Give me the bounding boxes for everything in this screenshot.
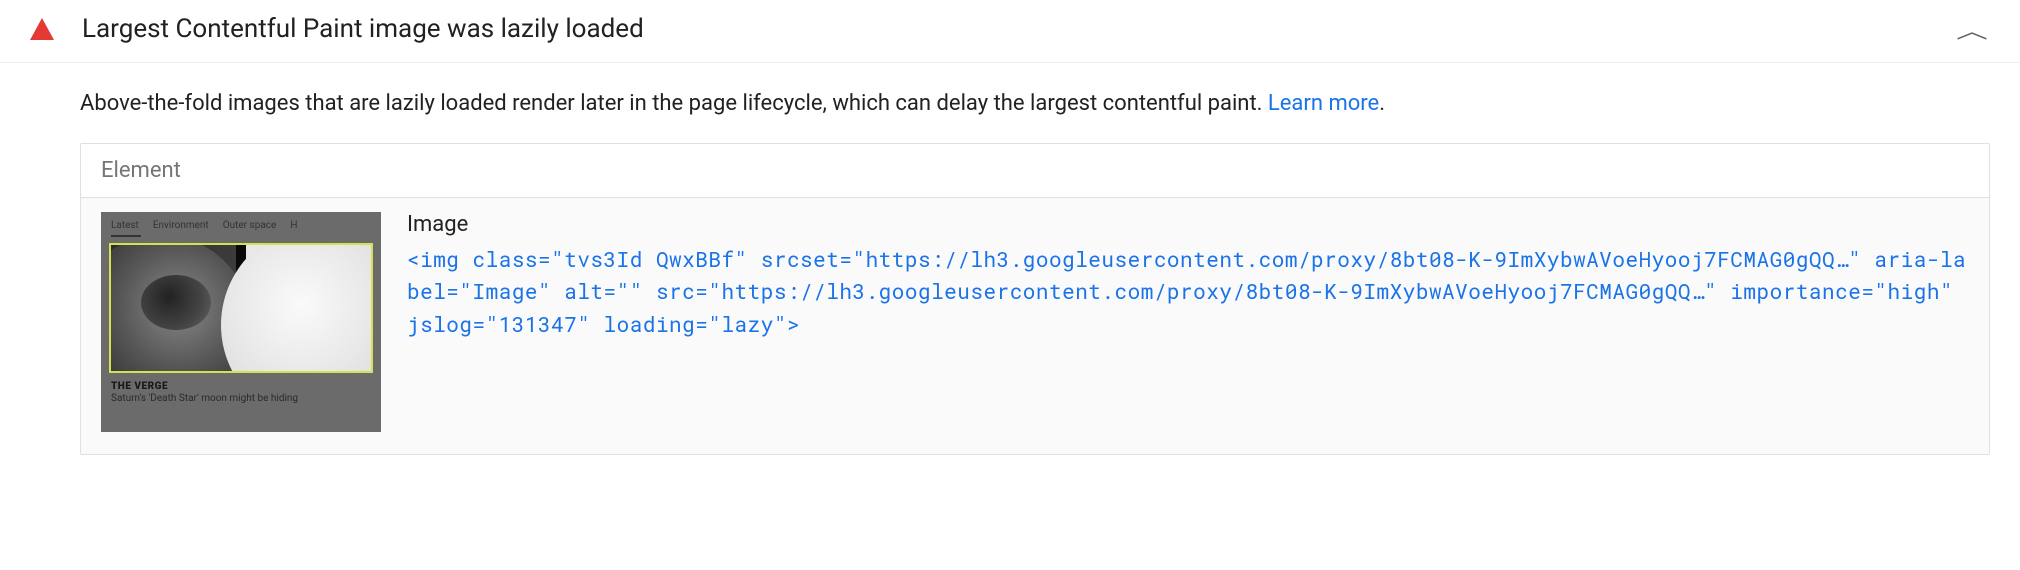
element-table: Element Latest Environment Outer space H… (80, 143, 1990, 455)
thumb-tab: Latest (111, 220, 139, 231)
learn-more-link[interactable]: Learn more (1268, 91, 1379, 116)
warning-triangle-icon (30, 18, 54, 40)
thumb-tab: Outer space (223, 220, 277, 231)
audit-body: Above-the-fold images that are lazily lo… (0, 63, 2020, 485)
element-code-snippet: <img class="tvs3Id QwxBBf" srcset="https… (407, 243, 1969, 341)
thumb-tab-underline (111, 235, 141, 237)
thumb-headline: Saturn's 'Death Star' moon might be hidi… (101, 393, 381, 410)
moon-right (221, 243, 373, 373)
element-label: Image (407, 212, 1969, 237)
crater (141, 275, 211, 330)
thumb-tabs: Latest Environment Outer space H (101, 212, 381, 235)
table-header: Element (81, 144, 1989, 198)
element-details: Image <img class="tvs3Id QwxBBf" srcset=… (407, 212, 1969, 341)
audit-description: Above-the-fold images that are lazily lo… (80, 89, 1990, 119)
thumb-image-area (109, 243, 373, 373)
thumb-tab: H (290, 220, 297, 231)
thumb-tab: Environment (153, 220, 209, 231)
element-thumbnail: Latest Environment Outer space H THE VER… (101, 212, 381, 432)
audit-header[interactable]: Largest Contentful Paint image was lazil… (0, 0, 2020, 63)
audit-title: Largest Contentful Paint image was lazil… (82, 14, 1962, 44)
table-row: Latest Environment Outer space H THE VER… (81, 198, 1989, 454)
description-suffix: . (1379, 91, 1385, 116)
description-text: Above-the-fold images that are lazily lo… (80, 91, 1268, 116)
thumb-source: THE VERGE (101, 377, 381, 393)
chevron-up-icon[interactable]: ︿ (1956, 15, 1988, 44)
